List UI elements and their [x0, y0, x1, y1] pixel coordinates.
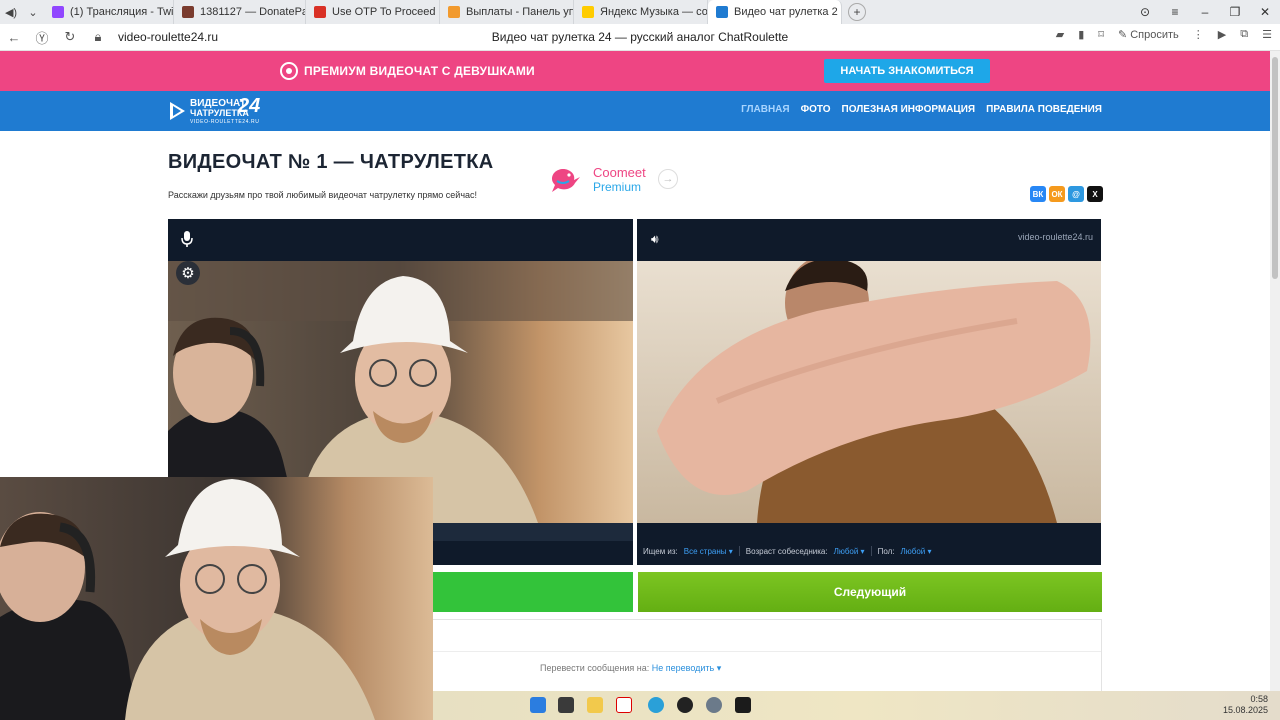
lock-icon[interactable]: 🔒︎ [84, 29, 112, 45]
volume-icon[interactable]: 🔊︎ [651, 232, 659, 247]
windows-start-icon[interactable] [530, 697, 546, 713]
extensions-icon[interactable]: ☰ [1262, 28, 1272, 41]
remote-video-panel: 🔊︎ video-roulette24.ru Ищем из: Все стра… [637, 219, 1101, 565]
browser-tab-payouts[interactable]: Выплаты - Панель управ [440, 0, 574, 24]
windows-taskbar: 0:58 15.08.2025 [433, 691, 1280, 720]
scrollbar-thumb[interactable] [1272, 57, 1278, 279]
ok-icon[interactable]: ОК [1049, 186, 1065, 202]
arrow-right-icon[interactable]: → [658, 169, 678, 189]
browser-tab-donatepay[interactable]: 1381127 — DonatePay [174, 0, 306, 24]
remote-camera-feed [637, 261, 1101, 523]
page-scrollbar[interactable] [1270, 51, 1280, 691]
window-controls: ⊙ ≡ – ❐ ✕ [1130, 0, 1280, 24]
task-view-icon[interactable] [558, 697, 574, 713]
file-explorer-icon[interactable] [587, 697, 603, 713]
social-share: ВК ОК @ X [1030, 186, 1103, 202]
country-select[interactable]: Все страны ▾ [684, 547, 733, 556]
age-select[interactable]: Любой ▾ [834, 547, 865, 556]
reload-icon[interactable]: ↻ [56, 29, 84, 45]
speaker-icon[interactable]: ◀) [0, 0, 22, 24]
yandex-browser-icon[interactable] [616, 697, 632, 713]
browser-tab-strip: ◀) ⌄ (1) Трансляция - Twitch 1381127 — D… [0, 0, 1280, 24]
browser-tab-gmail[interactable]: Use OTP To Proceed - svx [306, 0, 440, 24]
bookmark-icon[interactable]: ⌑ [1098, 28, 1104, 41]
site-header: ВИДЕОЧАТ ЧАТРУЛЕТКА 24 VIDEO-ROULETTE24.… [0, 91, 1270, 131]
nav-home[interactable]: ГЛАВНАЯ [741, 104, 790, 115]
collections-icon[interactable]: ⧉ [1240, 28, 1248, 41]
nav-photo[interactable]: ФОТО [801, 104, 831, 115]
streamer-image [0, 477, 433, 720]
gender-select[interactable]: Любой ▾ [901, 547, 932, 556]
video-watermark: video-roulette24.ru [1017, 232, 1093, 242]
twitch-icon [52, 6, 64, 18]
streamer-webcam-overlay [0, 477, 433, 720]
start-dating-button[interactable]: НАЧАТЬ ЗНАКОМИТЬСЯ [824, 59, 990, 83]
payouts-icon [448, 6, 460, 18]
main-heading: ВИДЕОЧАТ № 1 — ЧАТРУЛЕТКА [168, 151, 494, 173]
restore-icon[interactable]: ❐ [1220, 5, 1250, 19]
yandex-icon[interactable]: Ⓨ [28, 28, 56, 47]
settings-icon[interactable] [706, 697, 722, 713]
ask-button[interactable]: ✎ Спросить [1118, 28, 1179, 41]
terminal-icon[interactable] [735, 697, 751, 713]
downloads-icon[interactable]: ⊙ [1130, 5, 1160, 19]
play-icon [170, 102, 185, 120]
settings-gear-icon[interactable]: ⚙ [176, 261, 200, 285]
telegram-icon[interactable] [648, 697, 664, 713]
partner-image [637, 261, 1101, 523]
alice-icon[interactable]: ▶ [1218, 28, 1226, 41]
mic-permission-icon[interactable]: ▮ [1078, 28, 1084, 41]
coomeet-banner[interactable]: Coomeet Premium → [549, 163, 684, 195]
gmail-icon [314, 6, 326, 18]
close-window-icon[interactable]: ✕ [1250, 5, 1280, 19]
system-clock[interactable]: 0:58 15.08.2025 [1223, 694, 1268, 716]
browser-tab-yandex-music[interactable]: Яндекс Музыка — собир [574, 0, 708, 24]
obs-icon[interactable] [677, 697, 693, 713]
camera-icon[interactable]: ▰ [1056, 28, 1064, 41]
search-filters: Ищем из: Все страны ▾ Возраст собеседник… [643, 546, 932, 556]
new-tab-button[interactable]: + [848, 3, 866, 21]
translate-select[interactable]: Не переводить ▾ [652, 663, 722, 673]
browser-tab-twitch[interactable]: (1) Трансляция - Twitch [44, 0, 174, 24]
microphone-icon[interactable] [180, 230, 194, 248]
donatepay-icon [182, 6, 194, 18]
nav-info[interactable]: ПОЛЕЗНАЯ ИНФОРМАЦИЯ [842, 104, 976, 115]
bird-icon [552, 169, 580, 192]
x-icon[interactable]: X [1087, 186, 1103, 202]
minimize-icon[interactable]: – [1190, 5, 1220, 19]
main-nav: ГЛАВНАЯ ФОТО ПОЛЕЗНАЯ ИНФОРМАЦИЯ ПРАВИЛА… [741, 104, 1102, 115]
menu-icon[interactable]: ≡ [1160, 5, 1190, 19]
video-roulette-icon [716, 6, 728, 18]
more-icon[interactable]: ⋮ [1193, 28, 1204, 41]
url-field[interactable]: video-roulette24.ru [118, 30, 218, 44]
yandex-music-icon [582, 6, 594, 18]
promo-banner[interactable]: ПРЕМИУМ ВИДЕОЧАТ С ДЕВУШКАМИ НАЧАТЬ ЗНАК… [0, 51, 1270, 91]
nav-rules[interactable]: ПРАВИЛА ПОВЕДЕНИЯ [986, 104, 1102, 115]
address-bar: ← Ⓨ ↻ 🔒︎ video-roulette24.ru Видео чат р… [0, 24, 1280, 51]
mail-icon[interactable]: @ [1068, 186, 1084, 202]
share-prompt: Расскажи друзьям про твой любимый видеоч… [168, 190, 478, 200]
promo-text: ПРЕМИУМ ВИДЕОЧАТ С ДЕВУШКАМИ [304, 64, 535, 78]
browser-tab-video-roulette[interactable]: Видео чат рулетка 2 ✕ [708, 0, 842, 24]
next-button[interactable]: Следующий [638, 572, 1102, 612]
translate-setting: Перевести сообщения на: Не переводить ▾ [540, 663, 722, 673]
chevron-down-icon[interactable]: ⌄ [22, 0, 44, 24]
webcam-icon [280, 62, 298, 80]
vk-icon[interactable]: ВК [1030, 186, 1046, 202]
back-icon[interactable]: ← [0, 30, 28, 45]
